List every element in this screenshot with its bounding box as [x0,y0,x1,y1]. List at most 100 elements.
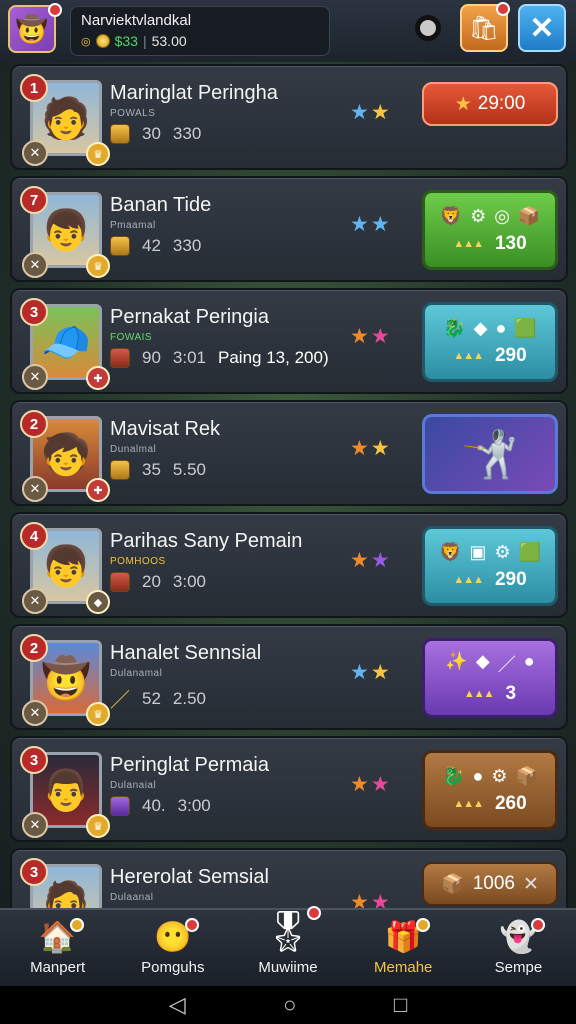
search-button[interactable] [406,6,450,50]
sword-icon: ／ [110,690,130,712]
nav-label: Pomguhs [141,959,205,976]
player-title: Dulanamal [110,668,163,679]
list-item[interactable]: 🧢 3 ✕ ✚ Pernakat Peringia FOWAIS 90 3:01… [10,288,568,394]
chest-icon: 📦 [441,874,465,895]
player-name: Maringlat Peringha [110,82,278,104]
reward-value: 130 [494,232,527,254]
class-icon: ✕ [22,252,48,278]
rank-mark-icon: ▲▲▲ [453,797,484,810]
list-item[interactable]: 🤠 2 ✕ ♛ Hanalet Sennsial Dulanamal ／ 52 … [10,624,568,730]
star-icon: ★ [370,661,390,684]
item-icon [110,236,130,256]
class-icon: ✕ [22,364,48,390]
gem-icon: ◆ [475,651,490,671]
crown-icon: ♛ [86,254,110,278]
player-portrait: 🧒 2 ✕ ✚ [20,410,110,502]
list-item[interactable]: 👦 4 ✕ ◆ Parihas Sany Pemain POMHOOS 20 3… [10,512,568,618]
star-rating: ★ ★ [350,324,390,349]
nav-item-events[interactable]: 🎖 Muwiime [230,906,345,986]
player-title: Dulaanal [110,892,154,903]
player-stats: 42 330 [110,236,201,256]
notification-dot [531,918,546,932]
star-icon: ★ [350,101,369,124]
player-stats: 35 5.50 [110,460,206,480]
nav-item-gifts[interactable]: 🎁 Memahe [346,910,461,986]
reward-value: 290 [494,568,527,590]
rank-mark-icon: ▲▲▲ [463,688,495,700]
chest-icon: 📦 [515,765,538,786]
notification-dot [70,918,85,932]
coin-icon [95,34,110,48]
home-icon[interactable]: ○ [283,992,296,1018]
player-name: Banan Tide [110,194,212,216]
player-stats: 30 330 [110,124,201,144]
player-title: POMHOOS [110,556,166,567]
reward-box[interactable]: 🦁 ⚙ ◎ 📦 ▲▲▲ 130 [422,190,558,270]
face-icon: 😶 [154,918,200,955]
player-title: POWALS [110,108,156,119]
reward-box[interactable]: 🐉 ◆ ● 🟩 ▲▲▲ 290 [422,302,558,382]
rank-mark-icon: ▲▲▲ [453,349,484,362]
player-stats: 40. 3:00 [110,796,211,816]
reward-items: 🦁 ▣ ⚙ 🟩 [439,542,541,563]
reward-value: 1006 [472,873,516,894]
gift-icon: 🎁 [385,918,430,955]
nav-item-home[interactable]: 🏠 Manpert [0,910,115,986]
clock-icon: ◎ [81,35,91,48]
rank-badge: 2 [20,410,48,438]
coin-icon: ● [495,317,507,338]
recents-icon[interactable]: □ [394,992,407,1018]
player-avatar[interactable]: 🤠 [8,3,62,57]
player-title: Pmaamal [110,220,156,231]
list-item[interactable]: 🧑 1 ✕ ♛ Maringlat Peringha POWALS 30 330… [10,64,568,170]
reward-value: 29:00 [477,93,526,114]
currency-row: ◎ $33 | 53.00 [81,33,319,49]
close-button[interactable]: ✕ [518,4,566,52]
back-icon[interactable]: ◁ [169,992,186,1018]
currency-separator: | [142,33,147,49]
reward-timer-button[interactable]: ★ 29:00 [422,82,558,126]
rank-badge: 3 [20,298,48,326]
reward-items: ✨ ◆ ／ ● [445,651,534,677]
reward-value: 3 [505,683,517,704]
item-icon [110,572,130,592]
star-icon: ★ [350,437,369,460]
currency-green: $33 [114,33,138,49]
list-item[interactable]: 👨 3 ✕ ♛ Peringlat Permaia Dulanaial 40. … [10,736,568,842]
dragon-icon: 🐉 [442,765,465,786]
shop-button[interactable]: 🛍 [460,2,510,52]
ghost-icon: 👻 [500,918,546,955]
nav-label: Manpert [30,959,86,976]
search-icon [415,15,441,41]
star-icon: ★ [370,213,390,236]
nav-item-social[interactable]: 👻 Sempe [461,910,576,986]
star-icon: ★ [370,549,390,572]
star-chest-icon: 🎖 [263,906,322,955]
rank-badge: 1 [20,74,48,102]
crown-icon: ♛ [86,142,110,166]
star-rating: ★ ★ [350,660,390,685]
player-title: Dunalmal [110,444,157,455]
rank-badge: 3 [20,858,48,886]
player-title: FOWAIS [110,332,153,343]
reward-claim-button[interactable]: 📦 1006 ✕ [422,862,558,906]
reward-box[interactable]: ✨ ◆ ／ ● ▲▲▲ 3 [422,638,558,718]
stat-score: 2.50 [172,688,207,708]
player-stats: 20 3:00 [110,572,206,592]
star-rating: ★ ★ [350,436,390,461]
rank-mark-icon: ▲▲▲ [453,237,484,250]
list-item[interactable]: 🧒 2 ✕ ✚ Mavisat Rek Dunalmal 35 5.50 ★ ★ … [10,400,568,506]
star-icon: ★ [350,213,369,236]
nav-item-friends[interactable]: 😶 Pomguhs [115,910,230,986]
player-info: Narviektvlandkal ◎ $33 | 53.00 [70,6,330,56]
stat-score: 5.50 [172,460,207,479]
reward-box[interactable]: 🦁 ▣ ⚙ 🟩 ▲▲▲ 290 [422,526,558,606]
player-title: Dulanaial [110,780,157,791]
player-name: Pernakat Peringia [110,306,269,328]
stat-level: 30 [142,124,161,143]
reward-character-card[interactable]: 🤺 [422,414,558,494]
reward-box[interactable]: 🐉 ● ⚙ 📦 ▲▲▲ 260 [422,750,558,830]
ring-icon: ◎ [494,205,510,226]
star-icon: ★ [370,773,390,796]
list-item[interactable]: 👦 7 ✕ ♛ Banan Tide Pmaamal 42 330 ★ ★ 🦁 ⚙ ◎… [10,176,568,282]
